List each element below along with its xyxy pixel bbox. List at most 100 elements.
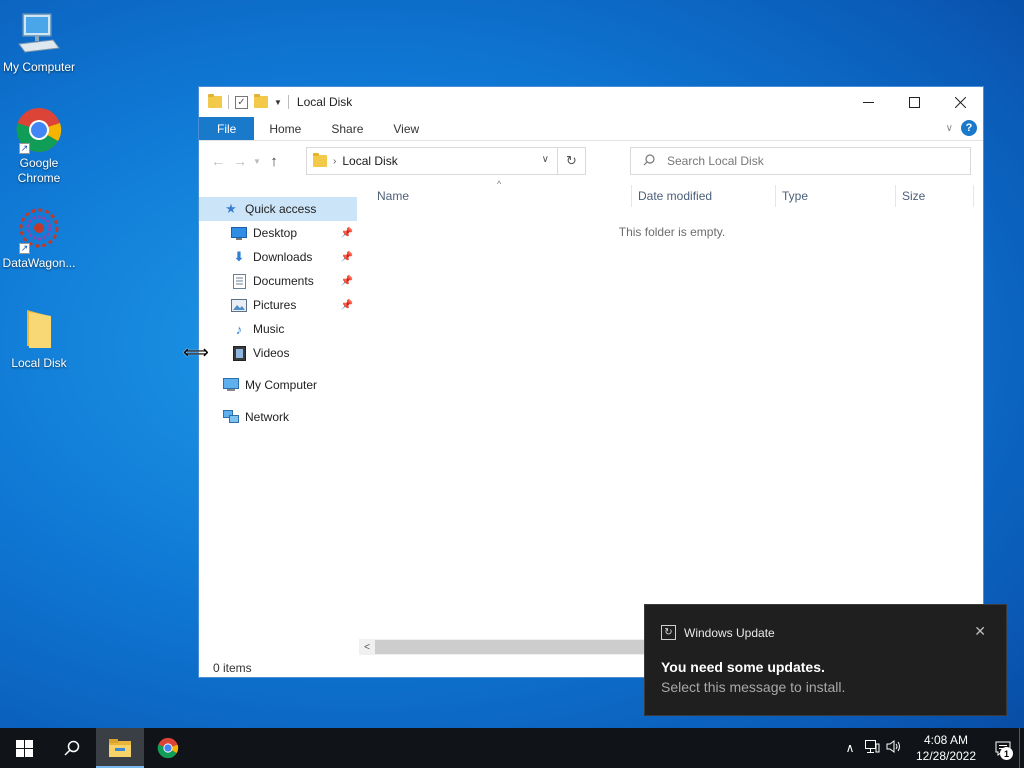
computer-icon: [15, 10, 63, 58]
file-list[interactable]: ^ Name Date modified Type Size This fold…: [369, 179, 975, 239]
file-explorer-icon: [109, 739, 131, 757]
column-type[interactable]: Type: [782, 189, 808, 203]
file-explorer-window[interactable]: ✓ ▼ Local Disk File Home Share View ∨ ?: [198, 86, 984, 678]
pictures-icon: [231, 297, 247, 313]
tab-home[interactable]: Home: [254, 117, 316, 140]
desktop-icon-datawagon[interactable]: ↗ DataWagon...: [0, 206, 78, 271]
minimize-button[interactable]: [845, 87, 891, 117]
search-button[interactable]: [48, 728, 96, 768]
datawagon-icon: ↗: [15, 206, 63, 254]
expand-ribbon-icon[interactable]: ∨: [946, 123, 953, 134]
properties-icon[interactable]: ✓: [235, 95, 248, 109]
title-bar[interactable]: ✓ ▼ Local Disk: [199, 87, 983, 117]
refresh-button[interactable]: ↻: [557, 148, 585, 174]
folder-icon: [313, 153, 327, 167]
column-name[interactable]: Name: [377, 189, 409, 203]
videos-icon: [231, 345, 247, 361]
nav-my-computer[interactable]: My Computer: [199, 373, 357, 397]
nav-quick-access[interactable]: ★ Quick access: [199, 197, 357, 221]
desktop-icon-google-chrome[interactable]: ↗ Google Chrome: [0, 106, 78, 186]
recent-locations-dropdown[interactable]: ▼: [251, 157, 263, 166]
sort-ascending-icon: ^: [497, 179, 502, 189]
taskbar-file-explorer[interactable]: [96, 728, 144, 768]
show-desktop-button[interactable]: [1019, 728, 1024, 768]
windows-logo-icon: [15, 739, 33, 757]
new-folder-icon[interactable]: [254, 94, 268, 108]
show-hidden-icons-chevron-icon[interactable]: ∧: [839, 741, 861, 755]
customize-dropdown-icon[interactable]: ▼: [274, 98, 282, 107]
column-date-modified[interactable]: Date modified: [638, 189, 712, 203]
nav-label: Pictures: [253, 298, 297, 312]
nav-documents[interactable]: Documents 📌: [199, 269, 357, 293]
column-headers: ^ Name Date modified Type Size: [369, 179, 975, 211]
window-title: Local Disk: [296, 95, 353, 109]
column-divider[interactable]: [973, 185, 974, 207]
desktop-icon-local-disk[interactable]: Local Disk: [0, 306, 78, 371]
desktop-icon: [231, 225, 247, 241]
clock[interactable]: 4:08 AM 12/28/2022: [913, 732, 979, 764]
star-icon: ★: [225, 201, 237, 216]
network-icon[interactable]: [861, 740, 883, 756]
up-button[interactable]: ↑: [263, 153, 285, 170]
desktop-icon-label: Google Chrome: [17, 156, 61, 185]
notification-app-name: Windows Update: [684, 625, 775, 640]
nav-music[interactable]: ♪ Music: [199, 317, 357, 341]
action-center-button[interactable]: 1: [987, 728, 1019, 768]
nav-videos[interactable]: Videos: [199, 341, 357, 365]
folder-icon: [15, 306, 63, 354]
maximize-button[interactable]: [891, 87, 937, 117]
pin-icon[interactable]: 📌: [341, 252, 353, 263]
address-dropdown-icon[interactable]: ∨: [542, 154, 549, 165]
clock-date: 12/28/2022: [915, 749, 977, 763]
nav-pictures[interactable]: Pictures 📌: [199, 293, 357, 317]
desktop-icon-my-computer[interactable]: My Computer: [0, 10, 78, 75]
tab-file[interactable]: File: [199, 117, 255, 140]
nav-downloads[interactable]: ⬇ Downloads 📌: [199, 245, 357, 269]
start-button[interactable]: [0, 728, 48, 768]
desktop-icon-label: DataWagon...: [2, 256, 76, 270]
taskbar-google-chrome[interactable]: [144, 728, 192, 768]
nav-label: My Computer: [245, 378, 318, 392]
music-icon: ♪: [235, 321, 243, 337]
column-divider[interactable]: [895, 185, 896, 207]
pin-icon[interactable]: 📌: [341, 276, 353, 287]
back-button[interactable]: ←: [207, 153, 229, 169]
chrome-icon: ↗: [15, 106, 63, 154]
nav-label: Network: [245, 410, 290, 424]
volume-icon[interactable]: [883, 740, 905, 756]
tab-share[interactable]: Share: [316, 117, 378, 140]
column-divider[interactable]: [631, 185, 632, 207]
nav-label: Quick access: [245, 202, 317, 216]
pin-icon[interactable]: 📌: [341, 228, 353, 239]
search-input[interactable]: Search Local Disk: [630, 147, 971, 175]
notification-body: Select this message to install.: [661, 679, 846, 695]
nav-label: Music: [253, 322, 285, 336]
tab-view[interactable]: View: [378, 117, 434, 140]
windows-update-notification[interactable]: ↻ Windows Update ✕ You need some updates…: [644, 604, 1007, 716]
column-size[interactable]: Size: [902, 189, 925, 203]
desktop-icon-label: Local Disk: [11, 356, 67, 370]
forward-button[interactable]: →: [229, 153, 251, 169]
notification-count-badge: 1: [1000, 747, 1013, 760]
computer-icon: [223, 377, 239, 393]
scroll-left-icon[interactable]: <: [359, 642, 375, 653]
breadcrumb-separator-icon[interactable]: ›: [333, 156, 336, 167]
quick-access-toolbar: ✓ ▼: [199, 94, 289, 109]
address-bar[interactable]: › Local Disk ∨ ↻: [306, 147, 586, 175]
shortcut-arrow-icon: ↗: [19, 243, 30, 254]
chrome-icon: [157, 737, 179, 759]
divider: [228, 95, 229, 109]
close-button[interactable]: [937, 87, 983, 117]
minimize-icon: [862, 101, 874, 103]
nav-desktop[interactable]: Desktop 📌: [199, 221, 357, 245]
nav-network[interactable]: Network: [199, 405, 357, 429]
column-divider[interactable]: [775, 185, 776, 207]
breadcrumb-current[interactable]: Local Disk: [342, 154, 397, 168]
maximize-icon: [908, 96, 920, 108]
notification-close-button[interactable]: ✕: [974, 623, 986, 640]
downloads-icon: ⬇: [233, 249, 245, 264]
status-bar-item-count: 0 items: [213, 661, 252, 675]
scrollbar-thumb[interactable]: [375, 640, 675, 654]
pin-icon[interactable]: 📌: [341, 300, 353, 311]
help-icon[interactable]: ?: [961, 120, 977, 136]
